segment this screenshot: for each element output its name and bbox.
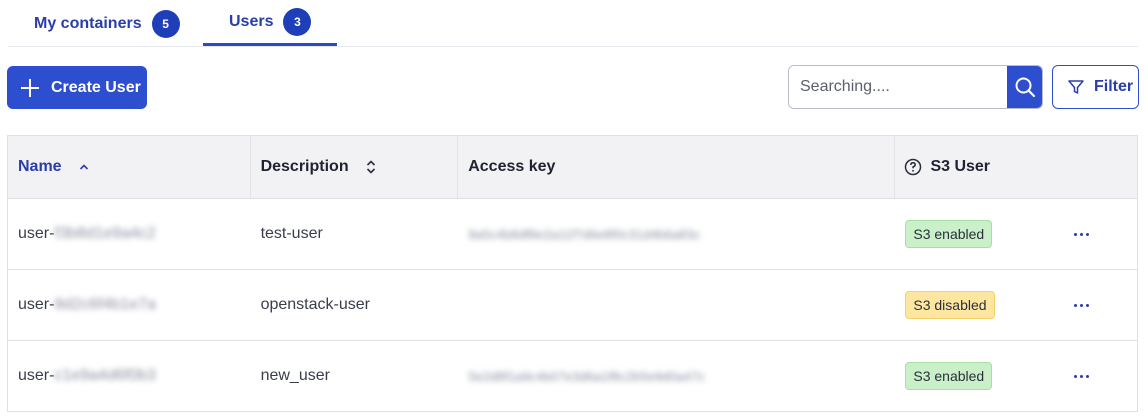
tab-label: My containers xyxy=(34,14,142,32)
status-badge: S3 enabled xyxy=(905,362,993,390)
count-badge: 3 xyxy=(283,7,312,36)
column-header-description[interactable]: Description xyxy=(251,136,459,198)
table-row: user- f3b8d1e9a4c2 test-user 9a5c4b8df8e… xyxy=(8,199,1137,270)
status-badge: S3 enabled xyxy=(905,220,993,248)
column-header-access-key: Access key xyxy=(458,136,896,198)
more-horizontal-icon[interactable] xyxy=(1070,300,1093,311)
column-header-name[interactable]: Name xyxy=(8,136,251,198)
column-header-s3-user: S3 User xyxy=(895,136,1137,198)
users-table: Name Description Access key S3 User user… xyxy=(7,135,1138,412)
tab-users[interactable]: Users 3 xyxy=(203,0,338,46)
description-cell: test-user xyxy=(260,225,323,242)
access-key-cell: 9a5c4b8df8e2a11f7d6e8f0c31d4b6a83c xyxy=(458,199,895,269)
header-label: Description xyxy=(260,158,349,175)
create-user-button[interactable]: Create User xyxy=(7,66,147,109)
sort-icon[interactable] xyxy=(365,159,377,175)
plus-icon xyxy=(21,78,39,97)
tab-bar: My containers 5 Users 3 xyxy=(8,0,1138,47)
header-label: Access key xyxy=(468,158,556,175)
filter-label: Filter xyxy=(1094,78,1134,95)
create-user-label: Create User xyxy=(51,78,141,96)
name-redacted: c1e9a4d6f0b3 xyxy=(54,367,156,384)
name-prefix: user- xyxy=(18,296,55,313)
count-badge: 5 xyxy=(151,9,180,38)
name-prefix: user- xyxy=(18,225,55,242)
name-redacted: f3b8d1e9a4c2 xyxy=(54,225,156,242)
question-circle-icon[interactable] xyxy=(904,158,922,176)
name-redacted: 8d2c6f4b1e7a xyxy=(54,296,156,313)
search-icon xyxy=(1015,77,1035,98)
filter-button[interactable]: Filter xyxy=(1052,65,1139,109)
more-horizontal-icon[interactable] xyxy=(1070,229,1093,240)
search-input[interactable] xyxy=(789,66,1007,108)
table-header: Name Description Access key S3 User xyxy=(8,136,1137,199)
s3-status-cell: S3 enabled xyxy=(895,199,1137,269)
chevron-up-icon[interactable] xyxy=(78,161,90,173)
tab-my-containers[interactable]: My containers 5 xyxy=(34,0,180,47)
search-button[interactable] xyxy=(1007,66,1042,108)
name-cell: user- c1e9a4d6f0b3 xyxy=(8,341,251,411)
access-key-redacted: 5e2d8f1a9c4b07e3d6a1f8c2b5e9d0a47c xyxy=(468,368,705,384)
search-box xyxy=(788,65,1043,109)
more-horizontal-icon[interactable] xyxy=(1070,371,1093,382)
header-label: S3 User xyxy=(930,158,991,175)
description-cell: openstack-user xyxy=(260,296,370,313)
name-prefix: user- xyxy=(18,367,55,384)
access-key-cell xyxy=(458,270,895,340)
name-cell: user- 8d2c6f4b1e7a xyxy=(8,270,251,340)
header-label: Name xyxy=(18,158,62,175)
tab-label: Users xyxy=(229,12,274,30)
access-key-cell: 5e2d8f1a9c4b07e3d6a1f8c2b5e9d0a47c xyxy=(458,341,895,411)
table-row: user- c1e9a4d6f0b3 new_user 5e2d8f1a9c4b… xyxy=(8,341,1137,412)
name-cell: user- f3b8d1e9a4c2 xyxy=(8,199,251,269)
s3-status-cell: S3 disabled xyxy=(895,270,1137,340)
table-row: user- 8d2c6f4b1e7a openstack-user S3 dis… xyxy=(8,270,1137,341)
access-key-redacted: 9a5c4b8df8e2a11f7d6e8f0c31d4b6a83c xyxy=(468,226,700,242)
s3-status-cell: S3 enabled xyxy=(895,341,1137,411)
status-badge: S3 disabled xyxy=(905,291,995,319)
filter-icon xyxy=(1068,80,1084,94)
description-cell: new_user xyxy=(260,367,330,384)
